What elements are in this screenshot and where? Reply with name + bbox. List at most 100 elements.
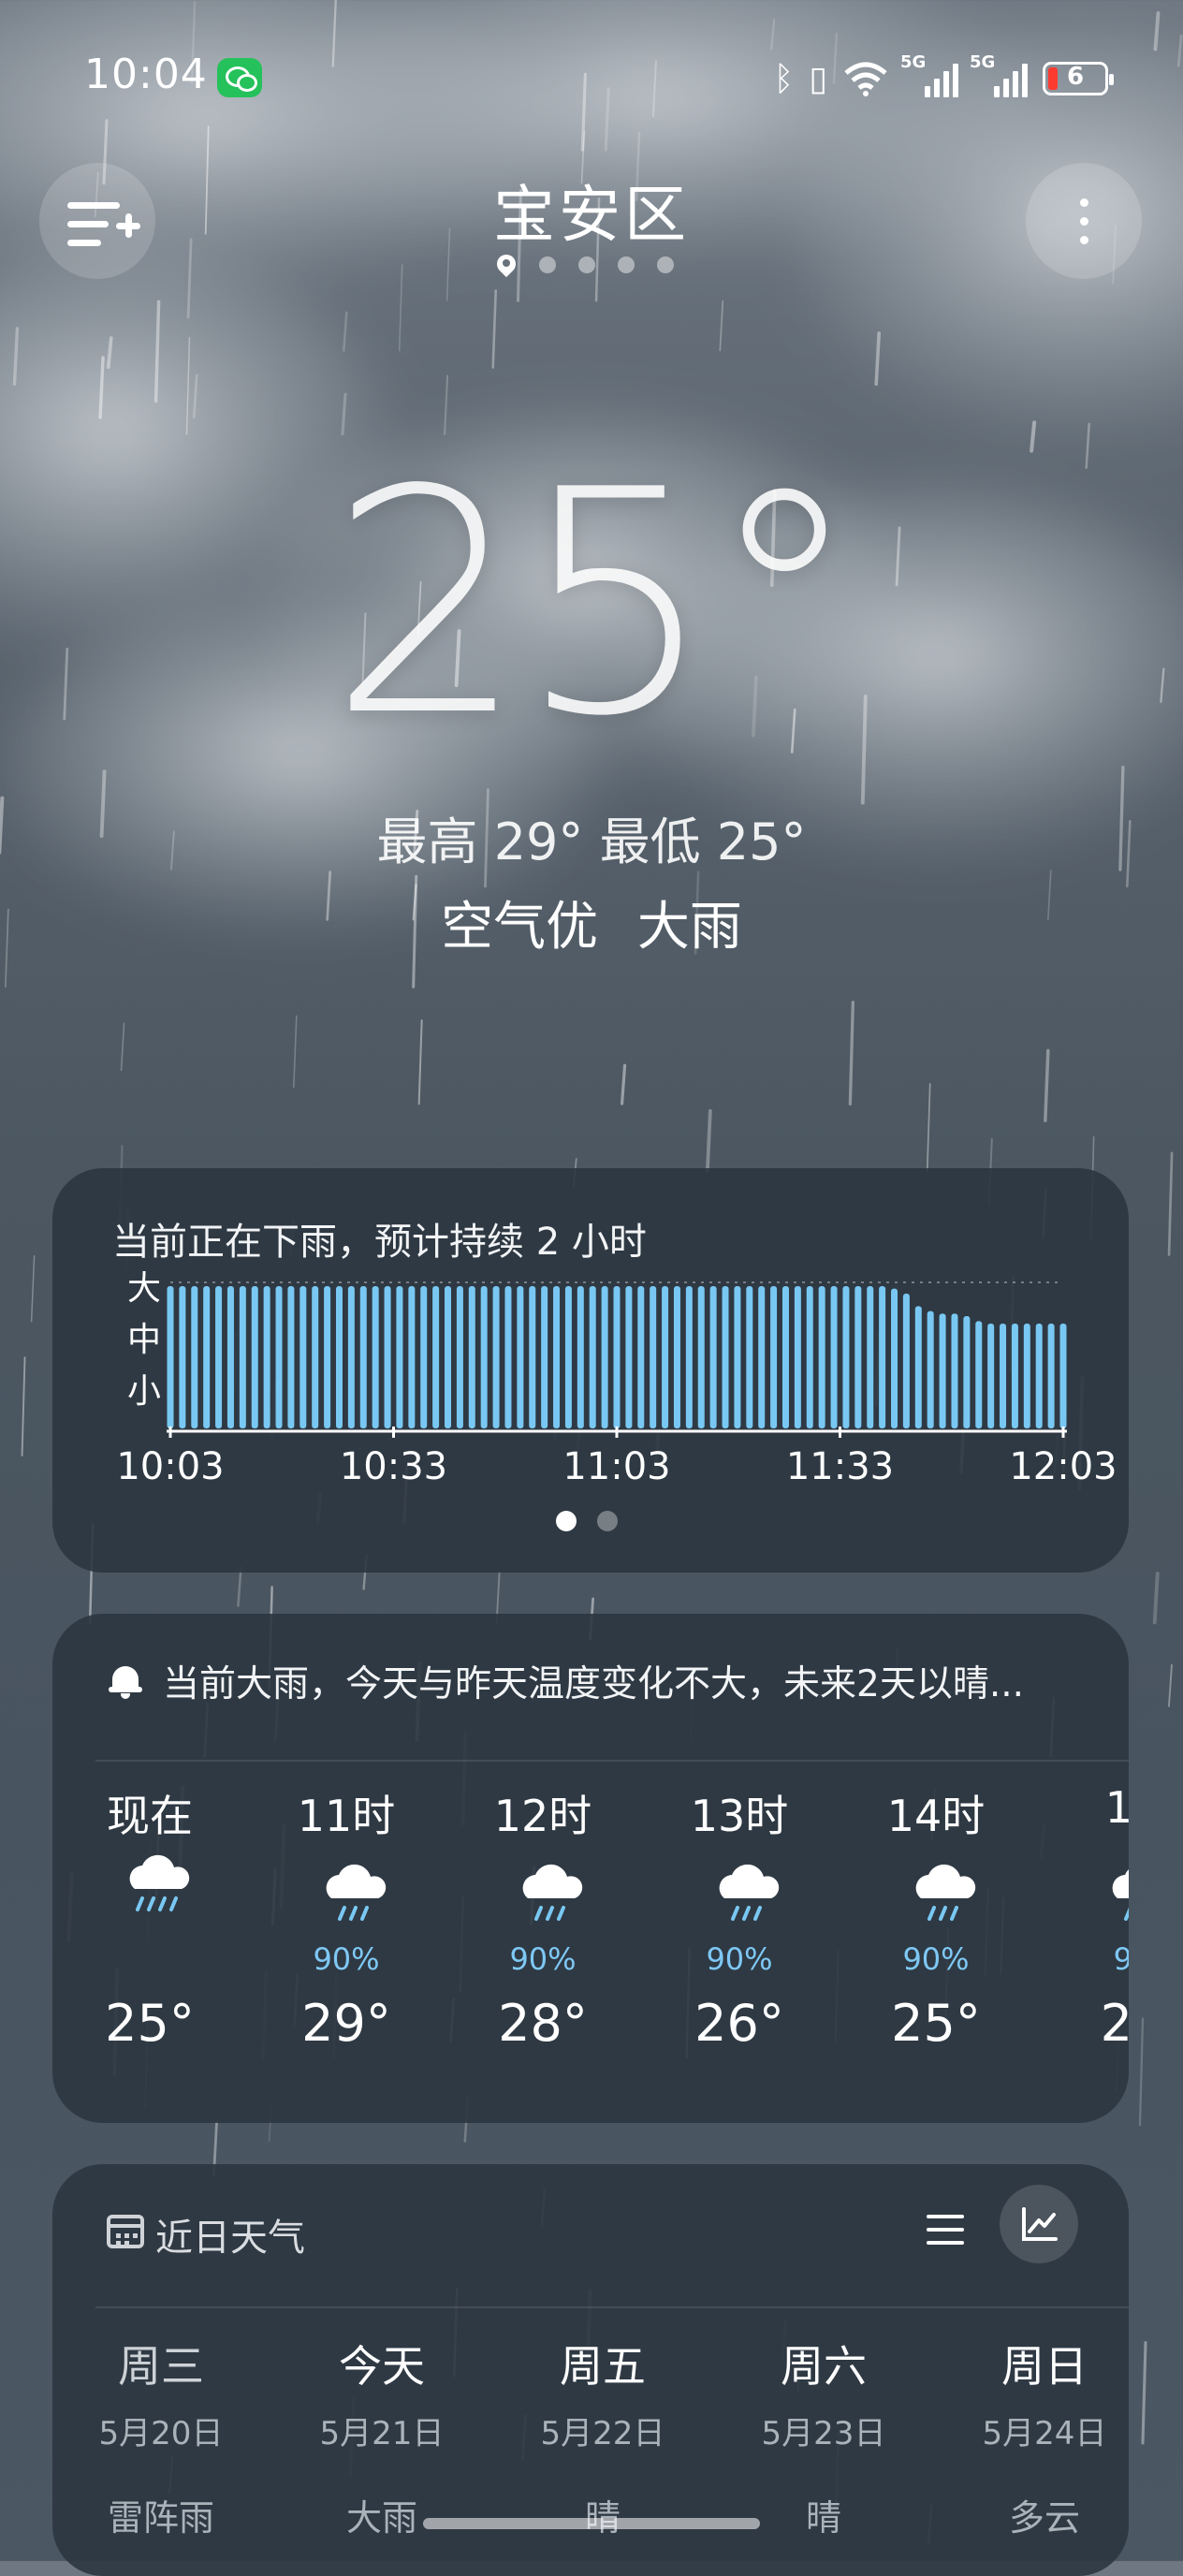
current-temperature: 25°	[329, 424, 862, 783]
status-bar: 10:04 ᛒ ▯ 5G 5G 6	[0, 45, 1183, 110]
precip-bar	[226, 1286, 234, 1428]
precip-bar	[1011, 1324, 1018, 1428]
rain-streak	[398, 264, 403, 352]
rain-streak	[848, 1001, 855, 1106]
forecast-title: 近日天气	[155, 2217, 305, 2260]
precip-bar	[408, 1286, 416, 1428]
air-quality[interactable]: 空气优	[441, 897, 598, 958]
precip-bar	[445, 1286, 452, 1428]
city-name: 宝安区	[493, 179, 690, 251]
precip-bar	[480, 1286, 488, 1428]
daily-forecast-card[interactable]: 近日天气 周三 5月20日 雷阵雨 今天 5月21日 大雨 周五 5月22日 晴…	[52, 2164, 1129, 2576]
precip-bar	[179, 1286, 186, 1428]
precip-bar	[818, 1286, 825, 1428]
bluetooth-icon: ᛒ	[773, 59, 795, 98]
precip-bar	[951, 1313, 958, 1428]
precip-bar	[975, 1321, 983, 1428]
precip-bar	[312, 1286, 319, 1428]
chart-view-button[interactable]	[1000, 2185, 1078, 2263]
precipitation-chart: 大中小 10:03 10:33 11:03 11:33 12:03	[116, 1271, 1117, 1486]
y-tick-label: 大	[127, 1271, 161, 1308]
x-tick-label: 12:03	[1009, 1445, 1117, 1486]
precip-bar	[215, 1286, 223, 1428]
rain-streak	[417, 1019, 423, 1105]
precip-bar	[709, 1286, 717, 1428]
day-item[interactable]: 周五 5月22日 晴	[509, 2333, 696, 2540]
precip-bar	[396, 1286, 403, 1428]
precip-bar	[287, 1286, 295, 1428]
precip-bar	[963, 1316, 971, 1428]
precip-bar	[914, 1306, 922, 1428]
rain-streak	[98, 356, 105, 419]
rain-streak	[185, 336, 191, 435]
rain-streak	[1044, 1048, 1050, 1122]
hourly-forecast-card[interactable]: 当前大雨，今天与昨天温度变化不大，未来2天以晴... 现在 25° 11时 90…	[52, 1614, 1129, 2123]
rain-streak	[719, 300, 724, 352]
precip-bar	[347, 1286, 355, 1428]
precip-bar	[685, 1286, 693, 1428]
day-item[interactable]: 周日 5月24日 多云	[951, 2333, 1129, 2540]
rain-streak	[106, 336, 113, 370]
precip-bar	[167, 1286, 174, 1428]
precip-bar	[239, 1286, 246, 1428]
home-indicator[interactable]	[423, 2518, 760, 2529]
signal-5g-icon: 5G	[970, 52, 1028, 97]
more-options-button[interactable]	[1026, 163, 1142, 279]
precip-bar	[830, 1286, 838, 1428]
precip-bar	[564, 1286, 572, 1428]
x-tick-label: 10:33	[340, 1445, 447, 1486]
vibrate-icon: ▯	[809, 59, 827, 98]
precip-bar	[335, 1286, 343, 1428]
rain-streak	[1168, 1663, 1173, 1707]
rain-streak	[1141, 2340, 1147, 2445]
calendar-icon	[107, 2215, 144, 2248]
list-view-icon[interactable]	[927, 2213, 964, 2247]
rain-icon	[915, 1864, 976, 1921]
rain-streak	[1152, 1572, 1160, 1625]
precip-bar	[927, 1310, 934, 1428]
precip-bar	[432, 1286, 440, 1428]
rain-icon	[522, 1864, 583, 1921]
precip-bar	[673, 1286, 680, 1428]
day-item[interactable]: 周三 5月20日 雷阵雨	[67, 2333, 255, 2540]
precipitation-title: 当前正在下雨，预计持续 2 小时	[112, 1221, 647, 1264]
heavy-rain-icon	[129, 1854, 190, 1911]
precip-bar	[1035, 1324, 1043, 1428]
precip-bar	[203, 1286, 211, 1428]
precip-bar	[746, 1286, 753, 1428]
x-tick-label: 11:03	[562, 1445, 670, 1486]
precip-bar	[275, 1286, 283, 1428]
rain-streak	[926, 1082, 931, 1172]
precip-bar	[939, 1313, 946, 1428]
precip-bar	[734, 1286, 741, 1428]
precip-bar	[758, 1286, 766, 1428]
rain-streak	[293, 1015, 298, 1089]
divider	[95, 2306, 1129, 2308]
status-time: 10:04	[84, 51, 208, 98]
precip-bar	[1000, 1324, 1007, 1428]
divider	[95, 1760, 1129, 1762]
precip-bar	[420, 1286, 428, 1428]
precip-bar	[987, 1324, 995, 1428]
precip-bar	[263, 1286, 270, 1428]
precip-bar	[637, 1286, 645, 1428]
rain-streak	[192, 373, 198, 419]
precip-bar	[722, 1286, 729, 1428]
weather-alert[interactable]: 当前大雨，今天与昨天温度变化不大，未来2天以晴...	[107, 1655, 1091, 1707]
rain-streak	[491, 289, 498, 369]
precip-bar	[492, 1286, 500, 1428]
day-item[interactable]: 今天 5月21日 大雨	[288, 2333, 475, 2540]
rain-streak	[1167, 1151, 1174, 1256]
y-tick-label: 小	[127, 1372, 161, 1411]
y-tick-label: 中	[127, 1321, 161, 1359]
rain-streak	[30, 1255, 36, 1323]
city-page-indicator	[496, 255, 674, 275]
precip-bar	[613, 1286, 621, 1428]
precip-bar	[553, 1286, 561, 1428]
precipitation-card[interactable]: 当前正在下雨，预计持续 2 小时 大中小 10:03 10:33 11:03 11:33…	[52, 1168, 1129, 1573]
precip-bar	[650, 1286, 657, 1428]
bell-icon	[107, 1662, 144, 1700]
rain-icon	[326, 1864, 387, 1921]
precip-bar	[251, 1286, 258, 1428]
day-item[interactable]: 周六 5月23日 晴	[730, 2333, 917, 2540]
